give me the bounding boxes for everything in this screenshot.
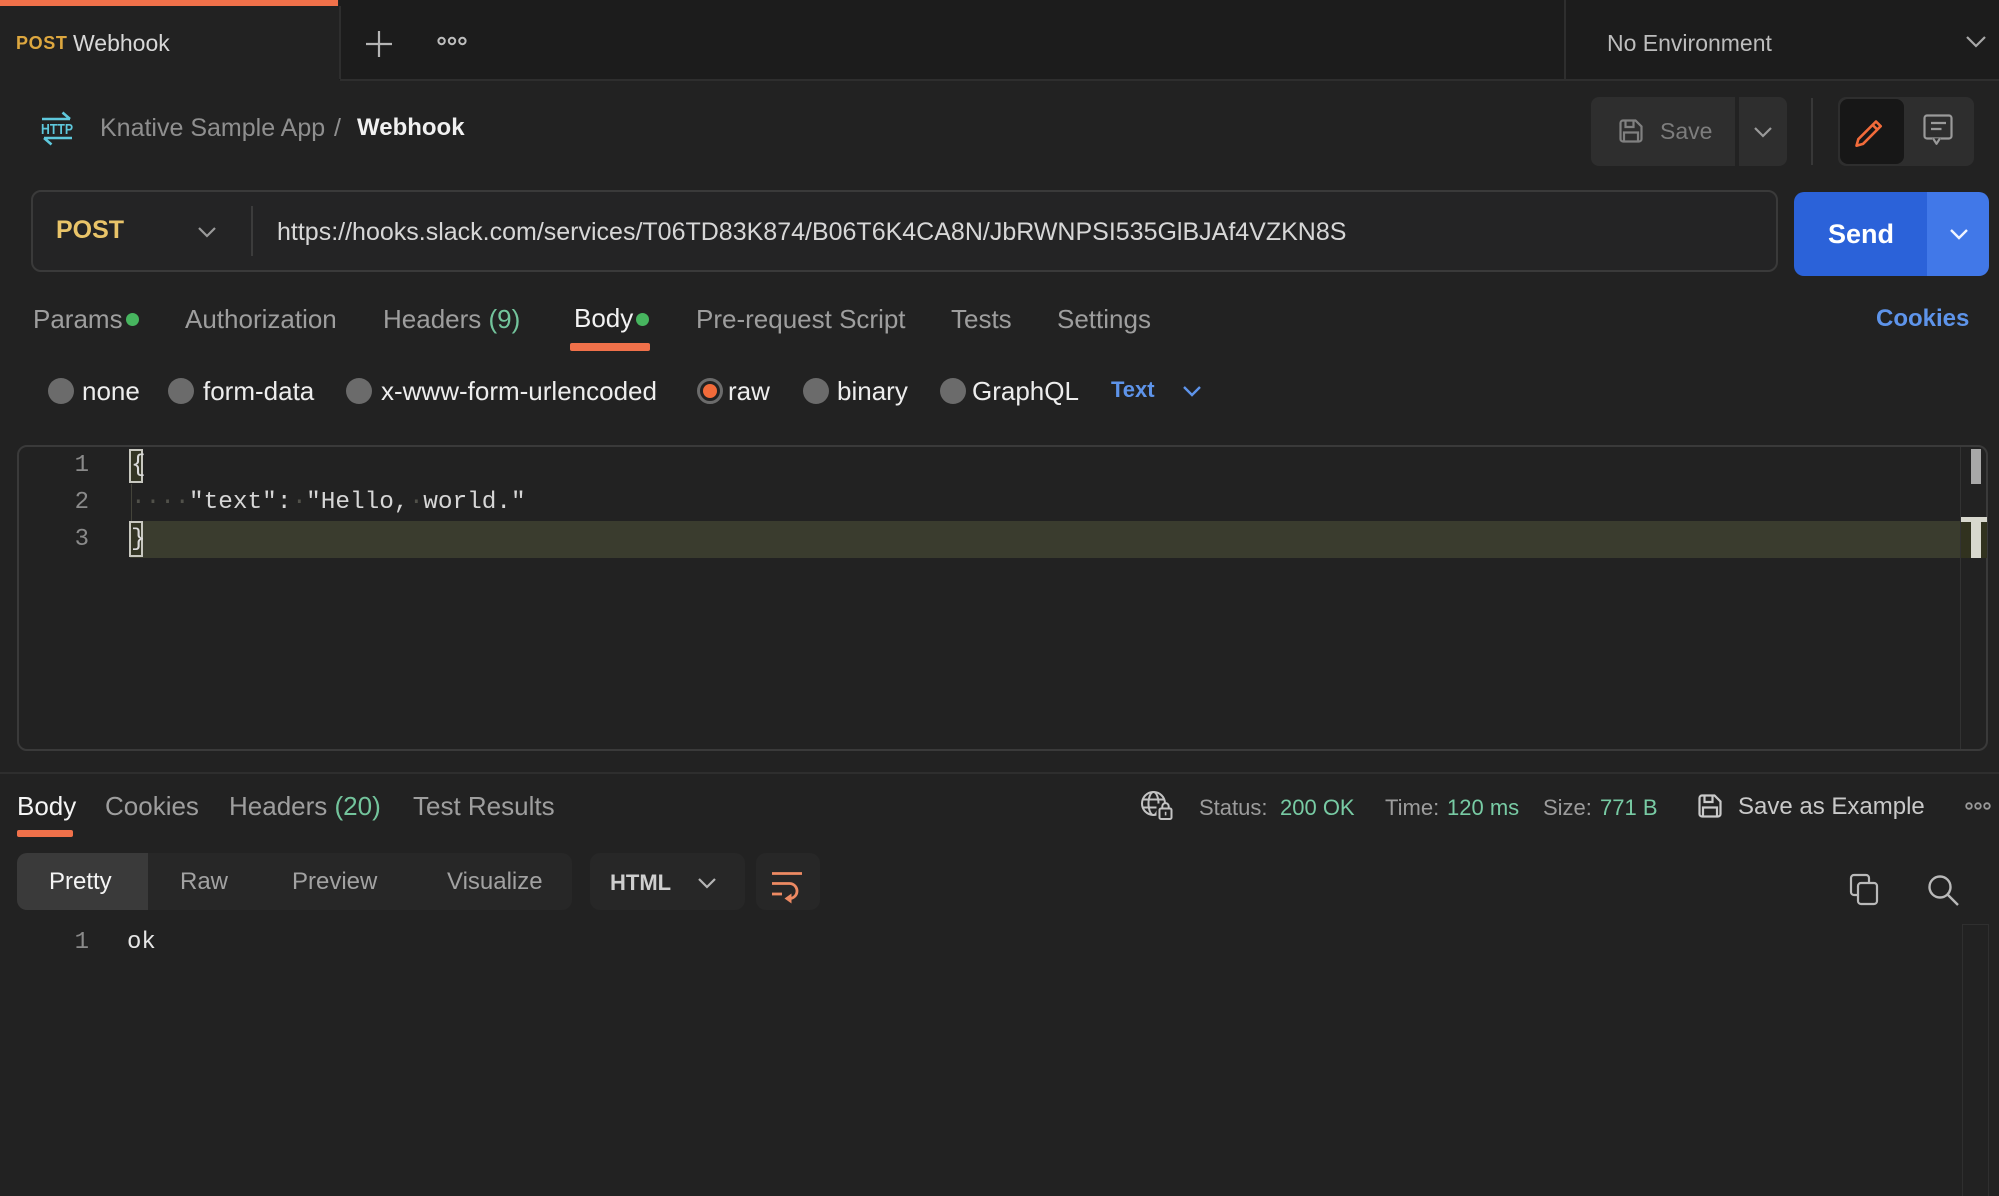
svg-text:HTTP: HTTP: [41, 121, 73, 138]
